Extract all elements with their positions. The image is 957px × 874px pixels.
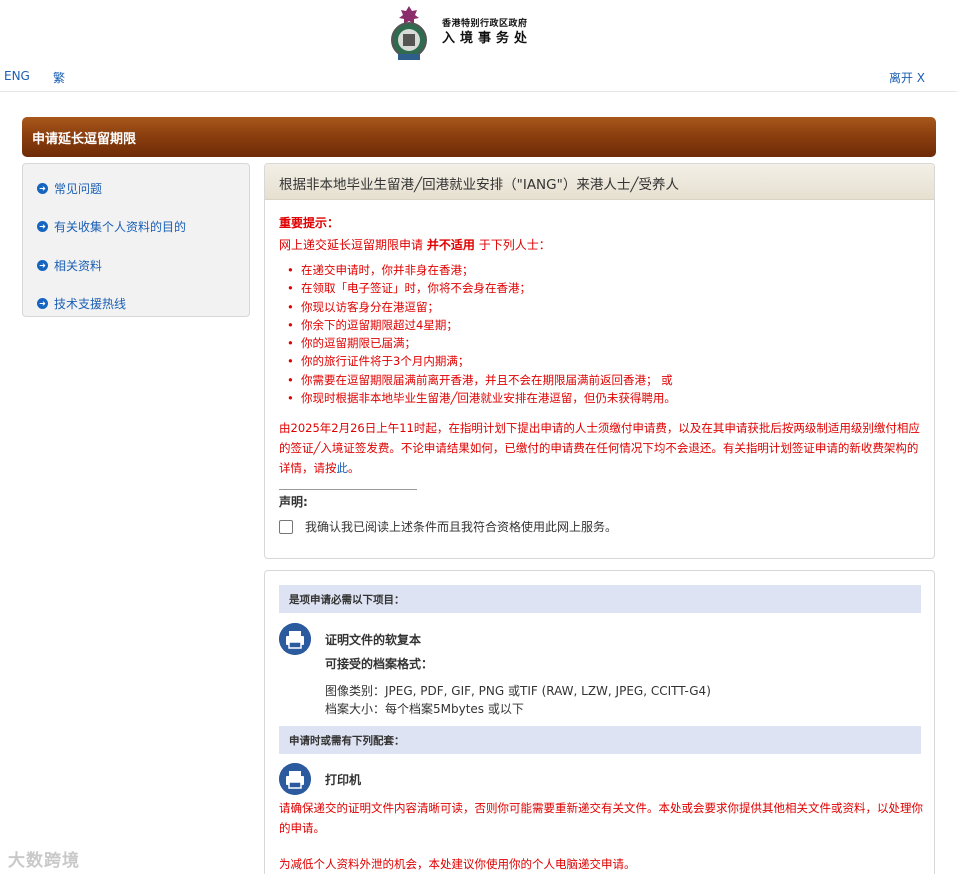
sidebar-item-tech-support[interactable]: ➜ 技术支援热线 xyxy=(23,291,249,330)
arrow-right-icon: ➜ xyxy=(37,182,48,194)
declaration-text[interactable]: 我确认我已阅读上述条件而且我符合资格使用此网上服务。 xyxy=(305,518,617,535)
fee-note-end: 。 xyxy=(348,461,360,476)
sidebar-item-faq[interactable]: ➜ 常见问题 xyxy=(23,175,249,214)
sidebar-item-label: 有关收集个人资料的目的 xyxy=(54,220,187,235)
soft-copy-label: 证明文件的软复本 xyxy=(325,633,422,647)
required-items-band: 是项申请必需以下项目： xyxy=(279,585,921,613)
personal-computer-advice: 为减低个人资料外泄的机会，本处建议你使用你的个人电脑递交申请。 xyxy=(279,857,636,871)
arrow-right-icon: ➜ xyxy=(37,259,48,271)
notice-intro-text-end: 于下列人士： xyxy=(478,238,551,252)
list-item: 在领取「电子签证」时，你将不会身在香港； xyxy=(287,279,920,298)
document-clarity-warning: 请确保递交的证明文件内容清晰可读，否则你可能需要重新递交有关文件。本处或会要求你… xyxy=(279,801,923,835)
site-header: 香港特别行政区政府 入境事务处 xyxy=(0,0,957,64)
declaration-title: 声明: xyxy=(279,495,308,510)
arrow-right-icon: ➜ xyxy=(37,298,48,310)
list-item: 你需要在逗留期限届满前离开香港，并且不会在期限届满前返回香港； 或 xyxy=(287,371,920,390)
sidebar-item-related-info[interactable]: ➜ 相关资料 xyxy=(23,252,249,291)
leave-link[interactable]: 离开 X xyxy=(889,69,925,86)
list-item: 你余下的逗留期限超过4星期； xyxy=(287,316,920,335)
printer-label: 打印机 xyxy=(325,773,362,787)
fee-details-link[interactable]: 此 xyxy=(337,461,349,475)
watermark: 大数跨境 xyxy=(8,851,80,871)
declaration-row: 我确认我已阅读上述条件而且我符合资格使用此网上服务。 xyxy=(279,518,920,535)
sidebar-item-label: 常见问题 xyxy=(54,181,103,196)
notice-intro-text: 网上递交延长逗留期限申请 xyxy=(279,238,424,252)
divider xyxy=(279,489,417,491)
requirements-panel: 是项申请必需以下项目： 证明文件的软复本 可接受的档案格式： 图像类别：JPEG… xyxy=(264,570,935,874)
list-item: 你现以访客身分在港逗留； xyxy=(287,298,920,317)
language-bar: ENG 繁 离开 X xyxy=(0,64,957,92)
sidebar-item-label: 技术支援热线 xyxy=(54,297,127,312)
file-size-line: 档案大小：每个档案5Mbytes 或以下 xyxy=(325,702,524,716)
fee-note-text: 由2025年2月26日上午11时起，在指明计划下提出申请的人士须缴付申请费，以及… xyxy=(279,421,920,476)
notice-intro: 网上递交延长逗留期限申请 并不适用 于下列人士： xyxy=(279,236,920,253)
list-item: 你的旅行证件将于3个月内期满； xyxy=(287,352,920,371)
english-language-link[interactable]: ENG xyxy=(4,69,30,83)
traditional-chinese-link[interactable]: 繁 xyxy=(53,69,65,86)
notice-list: 在递交申请时，你并非身在香港； 在领取「电子签证」时，你将不会身在香港； 你现以… xyxy=(279,261,920,408)
optional-items-band: 申请时或需有下列配套： xyxy=(279,726,921,754)
main-panel: 根据非本地毕业生留港╱回港就业安排（"IANG"）来港人士╱受养人 重要提示： … xyxy=(264,163,935,559)
sidebar: ➜ 常见问题 ➜ 有关收集个人资料的目的 ➜ 相关资料 ➜ 技术支援热线 xyxy=(22,163,250,317)
org-name-line2: 入境事务处 xyxy=(442,31,533,47)
arrow-right-icon: ➜ xyxy=(37,221,48,233)
list-item: 在递交申请时，你并非身在香港； xyxy=(287,261,920,280)
declaration-checkbox[interactable] xyxy=(279,519,293,534)
page-title: 申请延长逗留期限 xyxy=(22,117,936,157)
notice-intro-emphasis: 并不适用 xyxy=(426,238,475,252)
list-item: 你的逗留期限已届满； xyxy=(287,334,920,353)
org-name-line1: 香港特别行政区政府 xyxy=(442,19,528,30)
printer-icon xyxy=(279,763,311,795)
panel-heading: 根据非本地毕业生留港╱回港就业安排（"IANG"）来港人士╱受养人 xyxy=(265,164,934,200)
image-format-line: 图像类别：JPEG, PDF, GIF, PNG 或TIF (RAW, LZW,… xyxy=(325,684,711,698)
department-emblem-icon xyxy=(391,6,427,60)
accepted-formats-title: 可接受的档案格式： xyxy=(325,657,434,671)
notice-title: 重要提示： xyxy=(279,216,340,230)
department-logo[interactable]: 香港特别行政区政府 入境事务处 xyxy=(384,4,532,62)
sidebar-item-label: 相关资料 xyxy=(54,258,103,273)
sidebar-item-data-collection-purpose[interactable]: ➜ 有关收集个人资料的目的 xyxy=(23,214,249,253)
printer-icon xyxy=(279,623,311,655)
list-item: 你现时根据非本地毕业生留港╱回港就业安排在港逗留，但仍未获得聘用。 xyxy=(287,389,920,408)
fee-note: 由2025年2月26日上午11时起，在指明计划下提出申请的人士须缴付申请费，以及… xyxy=(279,418,920,478)
